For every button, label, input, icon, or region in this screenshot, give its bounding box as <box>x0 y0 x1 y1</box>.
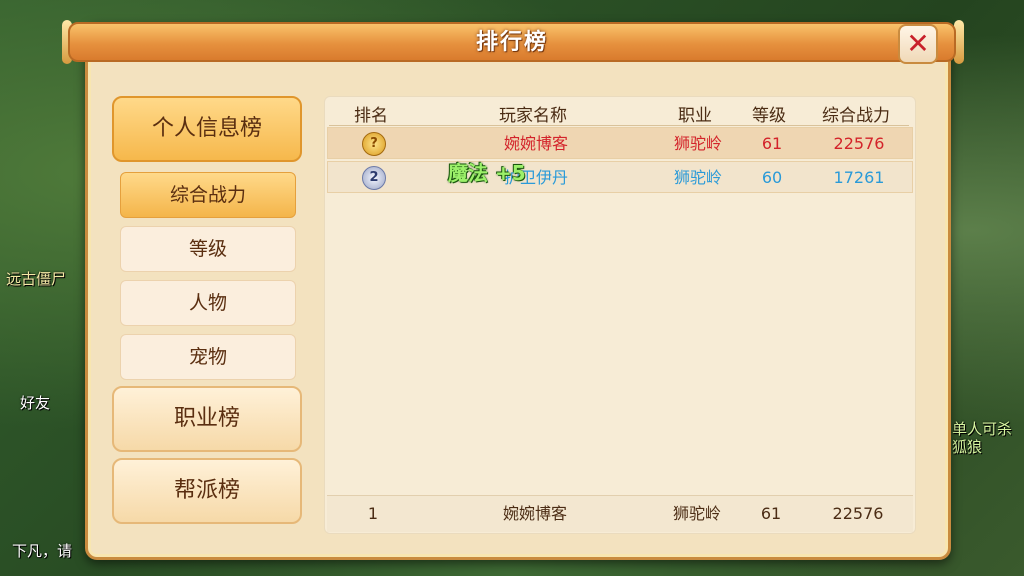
close-icon: ✕ <box>906 27 930 60</box>
close-button[interactable]: ✕ <box>898 24 938 64</box>
header-divider <box>329 125 909 126</box>
subtab-pet[interactable]: 宠物 <box>120 334 296 380</box>
my-job: 狮驼岭 <box>672 504 721 523</box>
row-job: 狮驼岭 <box>673 168 722 187</box>
ranking-table: 排名 玩家名称 职业 等级 综合战力 ? 婉婉博客 狮驼岭 61 22576 2… <box>324 96 916 534</box>
my-rank: 1 <box>367 504 379 523</box>
header-rank: 排名 <box>354 106 388 126</box>
row-combat-power: 17261 <box>833 168 885 187</box>
table-row[interactable]: ? 婉婉博客 狮驼岭 61 22576 <box>327 127 913 159</box>
row-level: 61 <box>761 134 783 153</box>
row-combat-power: 22576 <box>833 134 885 153</box>
my-level: 61 <box>760 504 782 523</box>
bg-npc-label: 远古僵尸 <box>6 270 67 288</box>
row-job: 狮驼岭 <box>673 134 722 153</box>
bg-chat-text: 下凡，请 <box>12 542 73 560</box>
subtab-combat-power[interactable]: 综合战力 <box>120 172 296 218</box>
subtab-level[interactable]: 等级 <box>120 226 296 272</box>
tab-guild-rank[interactable]: 帮派榜 <box>112 458 302 524</box>
row-player-name: 婉婉博客 <box>503 134 568 153</box>
header-player-name: 玩家名称 <box>499 106 567 126</box>
table-row[interactable]: 2 护卫伊丹 狮驼岭 60 17261 <box>327 161 913 193</box>
subtab-character[interactable]: 人物 <box>120 280 296 326</box>
tab-personal-rank[interactable]: 个人信息榜 <box>112 96 302 162</box>
my-combat-power: 22576 <box>832 504 884 523</box>
row-level: 60 <box>761 168 783 187</box>
gold-medal-icon: ? <box>362 132 386 156</box>
bg-right-label-2: 狐狼 <box>952 438 983 456</box>
title-bar: 排行榜 <box>68 22 956 62</box>
header-job: 职业 <box>678 106 712 126</box>
my-rank-row: 1 婉婉博客 狮驼岭 61 22576 <box>327 495 913 532</box>
floating-combat-text: 魔法 +5 <box>448 161 526 185</box>
silver-medal-icon: 2 <box>362 166 386 190</box>
header-combat-power: 综合战力 <box>822 106 890 126</box>
my-player-name: 婉婉博客 <box>502 504 567 523</box>
header-level: 等级 <box>752 106 786 126</box>
tab-job-rank[interactable]: 职业榜 <box>112 386 302 452</box>
window-title: 排行榜 <box>475 30 548 55</box>
bg-friend-label[interactable]: 好友 <box>20 392 50 413</box>
